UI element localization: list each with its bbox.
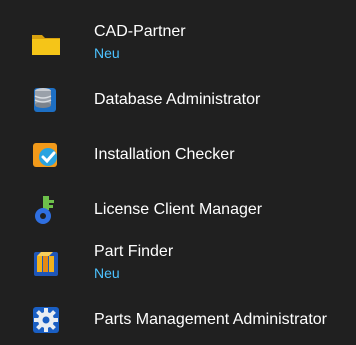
new-badge: Neu [94,45,120,61]
menu-item-label: Parts Management Administrator [94,311,327,328]
menu-item-parts-management-administrator[interactable]: Parts Management Administrator [0,297,356,343]
gear-icon [28,302,64,338]
folder-label: CAD-Partner [94,23,186,40]
folder-icon [28,26,64,62]
menu-item-installation-checker[interactable]: Installation Checker [0,132,356,178]
menu-item-label: License Client Manager [94,201,263,218]
start-menu-panel: CAD-Partner Neu Database Administrator I… [0,0,356,345]
menu-item-license-client-manager[interactable]: License Client Manager [0,187,356,233]
part-finder-icon [28,246,64,282]
key-icon [28,192,64,228]
installation-checker-icon [28,137,64,173]
menu-item-label: Part Finder [94,243,174,260]
database-icon [28,82,64,118]
folder-cad-partner[interactable]: CAD-Partner Neu [0,20,356,68]
menu-item-label: Database Administrator [94,91,261,108]
menu-item-database-administrator[interactable]: Database Administrator [0,77,356,123]
new-badge: Neu [94,265,120,281]
menu-item-part-finder[interactable]: Part Finder Neu [0,238,356,286]
menu-item-label: Installation Checker [94,146,235,163]
